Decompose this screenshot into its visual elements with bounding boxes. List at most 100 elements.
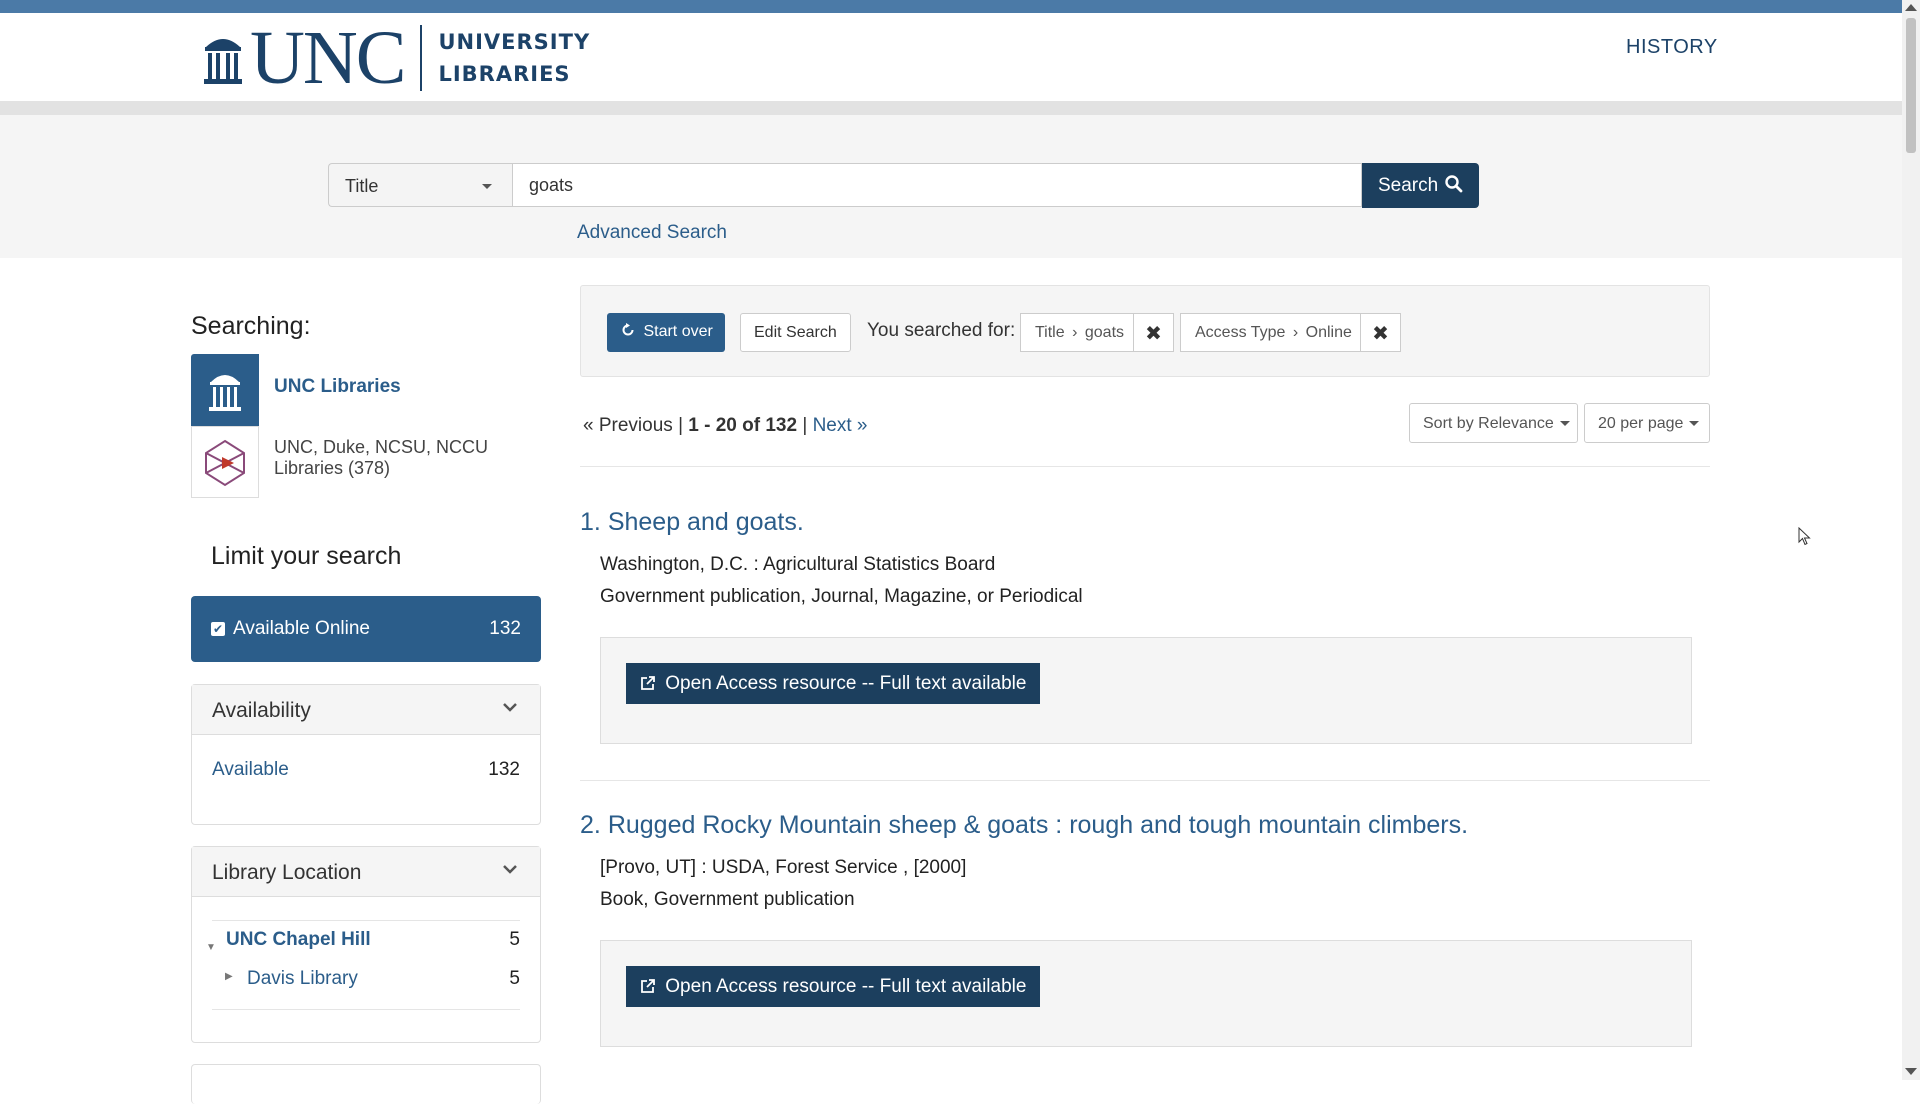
available-online-label: Available Online <box>233 618 370 639</box>
scroll-down-icon[interactable] <box>1905 1068 1917 1075</box>
caret-down-icon <box>482 184 492 189</box>
caret-down-icon <box>1689 421 1700 427</box>
search-field-value: Title <box>345 176 379 196</box>
availability-item-available[interactable]: Available <box>212 759 289 781</box>
open-access-label: Open Access resource -- Full text availa… <box>665 976 1027 997</box>
constraint-value: goats <box>1084 324 1125 341</box>
next-facet-partial <box>191 1064 541 1104</box>
library-location-facet-header[interactable]: Library Location <box>192 847 540 897</box>
availability-facet-header[interactable]: Availability <box>192 685 540 735</box>
sort-label: Sort by Relevance <box>1423 415 1554 432</box>
old-well-icon <box>191 354 259 426</box>
old-well-icon <box>204 39 242 84</box>
external-link-icon <box>641 676 655 690</box>
pagination-separator: | <box>678 415 683 436</box>
library-location-facet: Library Location ▼ UNC Chapel Hill 5 ▶ D… <box>191 846 541 1043</box>
availability-facet: Availability Available 132 <box>191 684 541 825</box>
result-publisher: [Provo, UT] : USDA, Forest Service , [20… <box>600 857 967 878</box>
pagination: « Previous | 1 - 20 of 132 | Next » <box>583 415 867 437</box>
close-icon: ✖ <box>1145 323 1162 345</box>
source-label-unc-libraries[interactable]: UNC Libraries <box>274 376 401 398</box>
results-divider <box>580 466 1710 467</box>
availability-item-count: 132 <box>488 759 520 780</box>
constraint-chip-access-type: Access Type › Online <box>1180 313 1361 352</box>
page-scrollbar[interactable] <box>1902 0 1920 1080</box>
history-link[interactable]: HISTORY <box>1626 36 1718 59</box>
available-online-count: 132 <box>489 618 521 639</box>
constraint-field: Access Type <box>1195 324 1286 341</box>
chevron-right-icon: › <box>1072 324 1078 341</box>
logo-unc-text: UNC <box>250 16 406 100</box>
logo-subtitle-line2: LIBRARIES <box>438 62 571 86</box>
edit-search-button[interactable]: Edit Search <box>740 313 851 352</box>
collapse-triangle-icon[interactable]: ▼ <box>206 942 216 953</box>
availability-facet-title: Availability <box>212 699 311 722</box>
refresh-icon <box>622 323 634 336</box>
caret-down-icon <box>1559 421 1570 427</box>
open-access-label: Open Access resource -- Full text availa… <box>665 673 1027 694</box>
constraint-value: Online <box>1305 324 1352 341</box>
result-divider <box>580 780 1710 781</box>
result-format: Government publication, Journal, Magazin… <box>600 586 1083 607</box>
external-link-icon <box>641 979 655 993</box>
library-location-facet-title: Library Location <box>212 861 362 884</box>
chevron-down-icon <box>503 703 517 712</box>
result-title-link[interactable]: Rugged Rocky Mountain sheep & goats : ro… <box>608 811 1468 839</box>
you-searched-for-label: You searched for: <box>867 320 1016 341</box>
start-over-button[interactable]: Start over <box>607 313 725 352</box>
logo-subtitle: UNIVERSITY LIBRARIES <box>438 26 590 90</box>
constraint-field: Title <box>1035 324 1065 341</box>
location-count-unc-chapel-hill: 5 <box>509 929 520 950</box>
source-label-trln: UNC, Duke, NCSU, NCCU Libraries (378) <box>274 437 489 478</box>
logo-divider <box>420 25 423 91</box>
chevron-right-icon: › <box>1292 324 1299 341</box>
searching-heading: Searching: <box>191 312 311 340</box>
advanced-search-link[interactable]: Advanced Search <box>577 222 727 244</box>
pagination-separator: | <box>802 415 808 436</box>
location-item-davis-library[interactable]: Davis Library <box>247 968 358 990</box>
result-publisher: Washington, D.C. : Agricultural Statisti… <box>600 554 996 575</box>
remove-constraint-title-button[interactable]: ✖ <box>1134 313 1174 352</box>
search-icon <box>1445 175 1463 193</box>
search-button-label: Search <box>1378 175 1439 196</box>
mouse-cursor-icon <box>1798 527 1811 546</box>
limit-search-heading: Limit your search <box>211 542 402 570</box>
result-title: 2. Rugged Rocky Mountain sheep & goats :… <box>580 811 1468 840</box>
per-page-dropdown[interactable]: 20 per page <box>1584 403 1710 443</box>
remove-constraint-access-type-button[interactable]: ✖ <box>1361 313 1401 352</box>
facet-divider <box>212 1009 520 1010</box>
result-title: 1. Sheep and goats. <box>580 508 804 537</box>
result-format: Book, Government publication <box>600 889 855 910</box>
top-accent-bar <box>0 0 1902 13</box>
next-page-link[interactable]: Next » <box>813 415 868 436</box>
facet-divider <box>212 920 520 921</box>
location-item-unc-chapel-hill[interactable]: UNC Chapel Hill <box>226 929 371 951</box>
search-button[interactable]: Search <box>1362 163 1479 208</box>
source-trln[interactable]: UNC, Duke, NCSU, NCCU Libraries (378) <box>191 426 541 500</box>
open-access-button[interactable]: Open Access resource -- Full text availa… <box>626 966 1040 1007</box>
available-online-facet[interactable]: ✔ Available Online 132 <box>191 596 541 662</box>
page-range: 1 - 20 of 132 <box>688 415 798 436</box>
result-title-link[interactable]: Sheep and goats. <box>608 508 804 536</box>
close-icon: ✖ <box>1372 323 1389 345</box>
header-divider <box>0 101 1902 115</box>
scroll-up-icon[interactable] <box>1905 4 1917 11</box>
search-input[interactable] <box>512 163 1362 207</box>
start-over-label: Start over <box>643 323 713 340</box>
constraint-chip-title: Title › goats <box>1020 313 1134 352</box>
result-number: 1. <box>580 508 601 536</box>
previous-page-disabled: « Previous <box>583 415 673 436</box>
source-unc-libraries[interactable]: UNC Libraries <box>191 354 541 428</box>
checkbox-checked-icon: ✔ <box>211 622 225 636</box>
trln-logo-icon <box>191 426 259 498</box>
unc-libraries-logo[interactable]: UNC UNIVERSITY LIBRARIES <box>202 20 590 96</box>
logo-subtitle-line1: UNIVERSITY <box>438 30 591 54</box>
chevron-down-icon <box>503 865 517 874</box>
sort-dropdown[interactable]: Sort by Relevance <box>1409 403 1578 443</box>
scrollbar-thumb[interactable] <box>1906 18 1916 153</box>
per-page-label: 20 per page <box>1598 415 1684 432</box>
search-field-select[interactable]: Title <box>328 163 512 207</box>
result-number: 2. <box>580 811 601 839</box>
open-access-button[interactable]: Open Access resource -- Full text availa… <box>626 663 1040 704</box>
expand-triangle-icon[interactable]: ▶ <box>225 971 233 982</box>
